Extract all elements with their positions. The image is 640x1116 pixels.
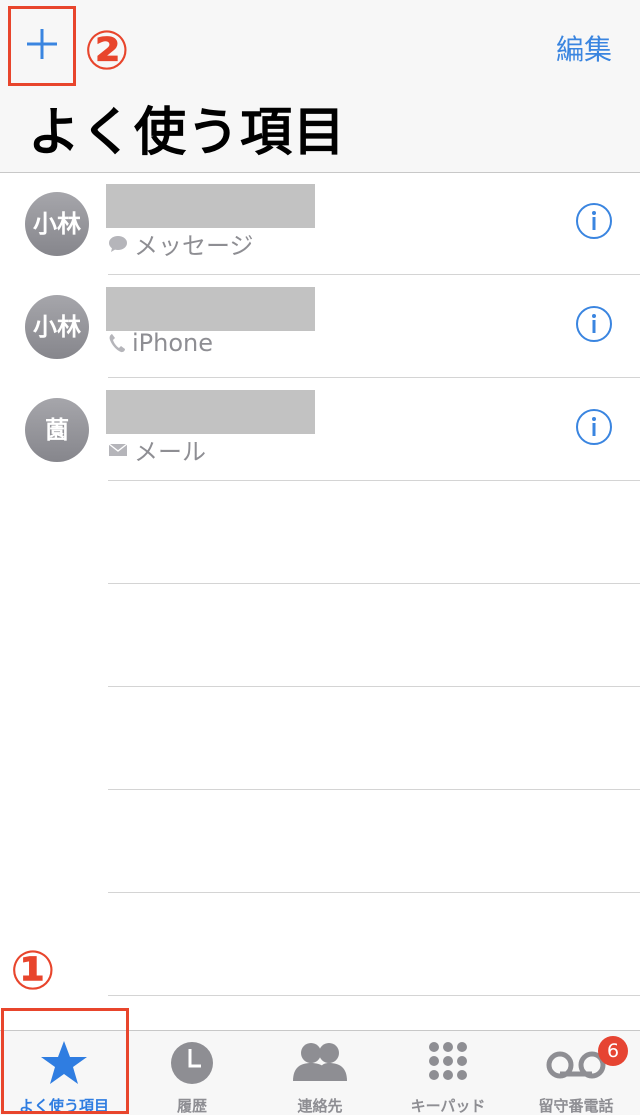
contact-type: メッセージ [108,226,254,261]
message-icon [109,235,127,252]
tab-label: 連絡先 [297,1097,343,1115]
keypad-icon [429,1042,467,1080]
tab-keypad[interactable]: キーパッド [384,1031,512,1115]
contact-name-redacted [106,287,315,331]
empty-row [0,687,640,790]
phone-icon [109,334,125,353]
clock-icon [171,1042,213,1084]
tab-label: 履歴 [176,1097,207,1115]
annotation-marker-1: ① [10,939,56,1002]
contact-type-label: メール [134,438,206,466]
add-favorite-button[interactable] [8,6,76,86]
contact-type: iPhone [108,329,213,357]
avatar: 小林 [25,295,89,359]
favorite-row[interactable]: 薗 メール [0,378,640,481]
contact-name-redacted [106,390,315,434]
plus-icon [27,29,57,59]
contacts-icon [293,1043,347,1081]
contact-name-redacted [106,184,315,228]
tab-label: 留守番電話 [538,1097,614,1115]
favorites-list: 小林 メッセージ 小林 iPhone 薗 メール [0,172,640,996]
favorite-row[interactable]: 小林 iPhone [0,275,640,378]
favorite-row[interactable]: 小林 メッセージ [0,172,640,275]
page-title: よく使う項目 [28,103,347,163]
info-icon[interactable] [575,408,613,446]
row-divider [108,995,640,996]
voicemail-badge: 6 [598,1036,628,1066]
contact-type-label: iPhone [132,329,214,357]
info-icon[interactable] [575,305,613,343]
info-icon[interactable] [575,202,613,240]
contact-type-label: メッセージ [134,232,254,260]
contact-type: メール [108,432,206,467]
nav-header: ② 編集 よく使う項目 [0,0,640,173]
annotation-marker-2: ② [84,19,130,82]
avatar: 小林 [25,192,89,256]
tab-label: キーパッド [410,1097,486,1115]
tab-recents[interactable]: 履歴 [128,1031,256,1115]
annotation-highlight-favorites-tab [1,1008,129,1114]
edit-button[interactable]: 編集 [556,28,612,68]
empty-row [0,893,640,996]
avatar: 薗 [25,398,89,462]
empty-row [0,790,640,893]
empty-row [0,481,640,584]
mail-icon [108,442,128,456]
tab-contacts[interactable]: 連絡先 [256,1031,384,1115]
empty-row [0,584,640,687]
